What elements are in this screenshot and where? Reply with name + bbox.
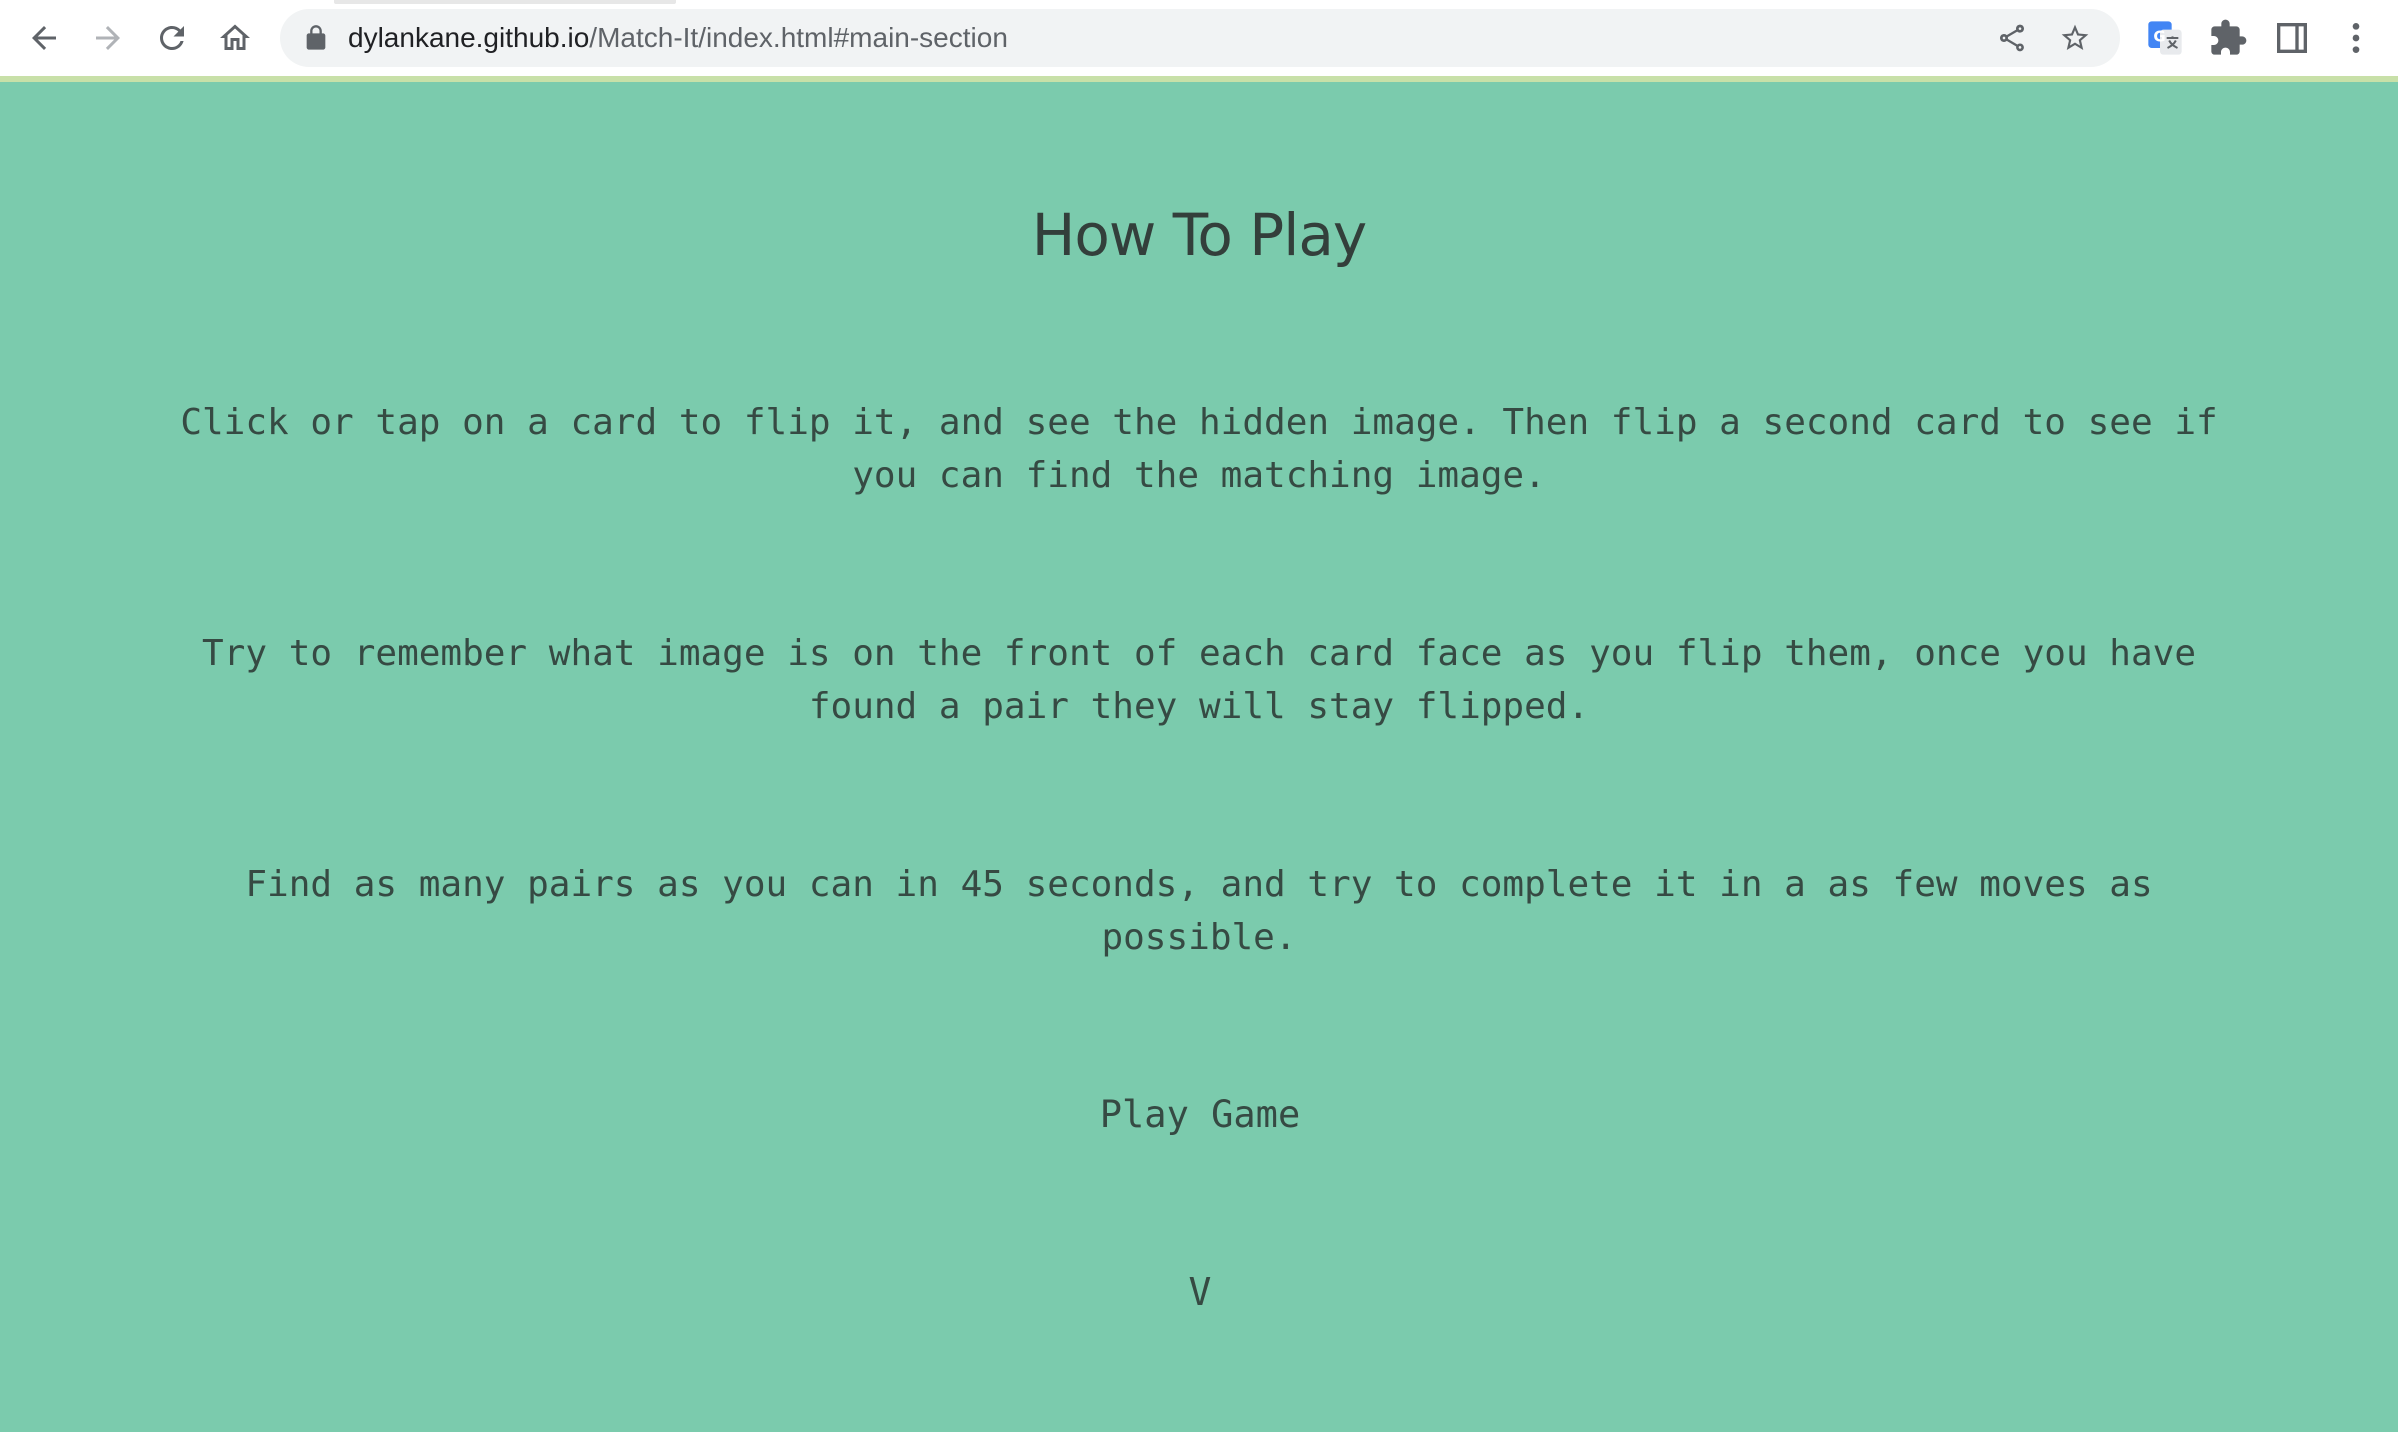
- arrow-left-icon: [32, 26, 56, 50]
- puzzle-icon[interactable]: [2208, 18, 2248, 58]
- url-text[interactable]: dylankane.github.io/Match-It/index.html#…: [348, 9, 1008, 67]
- reload-icon: [160, 25, 184, 50]
- browser-toolbar: dylankane.github.io/Match-It/index.html#…: [0, 0, 2398, 76]
- instruction-paragraph-1: Click or tap on a card to flip it, and s…: [180, 402, 2218, 496]
- active-tab-indicator: [334, 0, 676, 4]
- url-host: dylankane.github.io: [348, 22, 590, 53]
- url-path: /Match-It/index.html#main-section: [589, 22, 1008, 53]
- address-bar[interactable]: dylankane.github.io/Match-It/index.html#…: [280, 9, 2120, 67]
- reload-button[interactable]: [148, 14, 196, 62]
- instruction-paragraph-3: Find as many pairs as you can in 45 seco…: [245, 864, 2153, 958]
- google-translate-icon[interactable]: G: [2145, 18, 2185, 58]
- share-icon[interactable]: [1996, 22, 2028, 54]
- kebab-menu-icon[interactable]: [2336, 18, 2376, 58]
- lock-icon[interactable]: [302, 24, 330, 52]
- forward-button[interactable]: [84, 14, 132, 62]
- play-game-button[interactable]: Play Game: [1050, 1085, 1350, 1145]
- home-button[interactable]: [211, 14, 259, 62]
- side-panel-icon[interactable]: [2272, 18, 2312, 58]
- arrow-right-icon: [96, 26, 120, 50]
- home-icon: [220, 24, 250, 50]
- svg-text:G: G: [2153, 27, 2165, 45]
- star-icon[interactable]: [2059, 22, 2091, 54]
- instruction-paragraph-2: Try to remember what image is on the fro…: [202, 633, 2196, 727]
- how-to-play-section: How To Play Click or tap on a card to fl…: [0, 82, 2398, 1432]
- back-button[interactable]: [20, 14, 68, 62]
- scroll-down-indicator[interactable]: V: [1150, 1262, 1250, 1322]
- page-title: How To Play: [1031, 201, 1367, 269]
